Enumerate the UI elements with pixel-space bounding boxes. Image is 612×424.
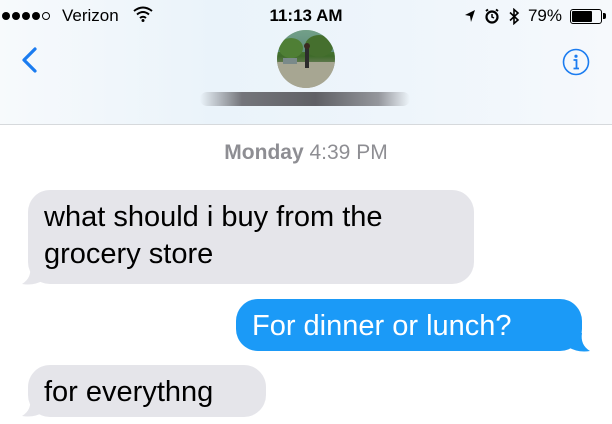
timestamp-time: 4:39 PM <box>309 141 388 164</box>
avatar-photo <box>277 30 335 88</box>
timestamp-day: Monday <box>224 141 304 164</box>
bluetooth-icon <box>509 7 520 25</box>
info-icon[interactable] <box>562 48 590 76</box>
conversation-header: Verizon 11:13 AM 79% <box>0 0 612 125</box>
chevron-left-icon[interactable] <box>18 46 40 74</box>
message-line: what should i buy from the <box>44 201 383 233</box>
message-timestamp: Monday 4:39 PM <box>0 141 612 165</box>
location-arrow-icon <box>464 10 475 22</box>
status-right-group: 79% <box>464 6 606 26</box>
contact-avatar[interactable] <box>277 30 335 88</box>
message-bubble-outgoing[interactable]: For dinner or lunch? <box>236 299 582 351</box>
contact-name-redacted <box>200 92 410 106</box>
message-line: For dinner or lunch? <box>252 310 512 342</box>
battery-fill <box>572 10 592 22</box>
message-bubble-incoming[interactable]: for everythng <box>28 365 266 417</box>
battery-percent: 79% <box>527 6 562 25</box>
alarm-clock-icon <box>485 8 499 24</box>
battery-icon <box>570 8 606 24</box>
message-bubble-incoming[interactable]: what should i buy from the grocery store <box>28 190 474 284</box>
message-line: grocery store <box>44 238 214 270</box>
status-bar: Verizon 11:13 AM 79% <box>0 0 612 34</box>
message-line: for everythng <box>44 376 214 408</box>
